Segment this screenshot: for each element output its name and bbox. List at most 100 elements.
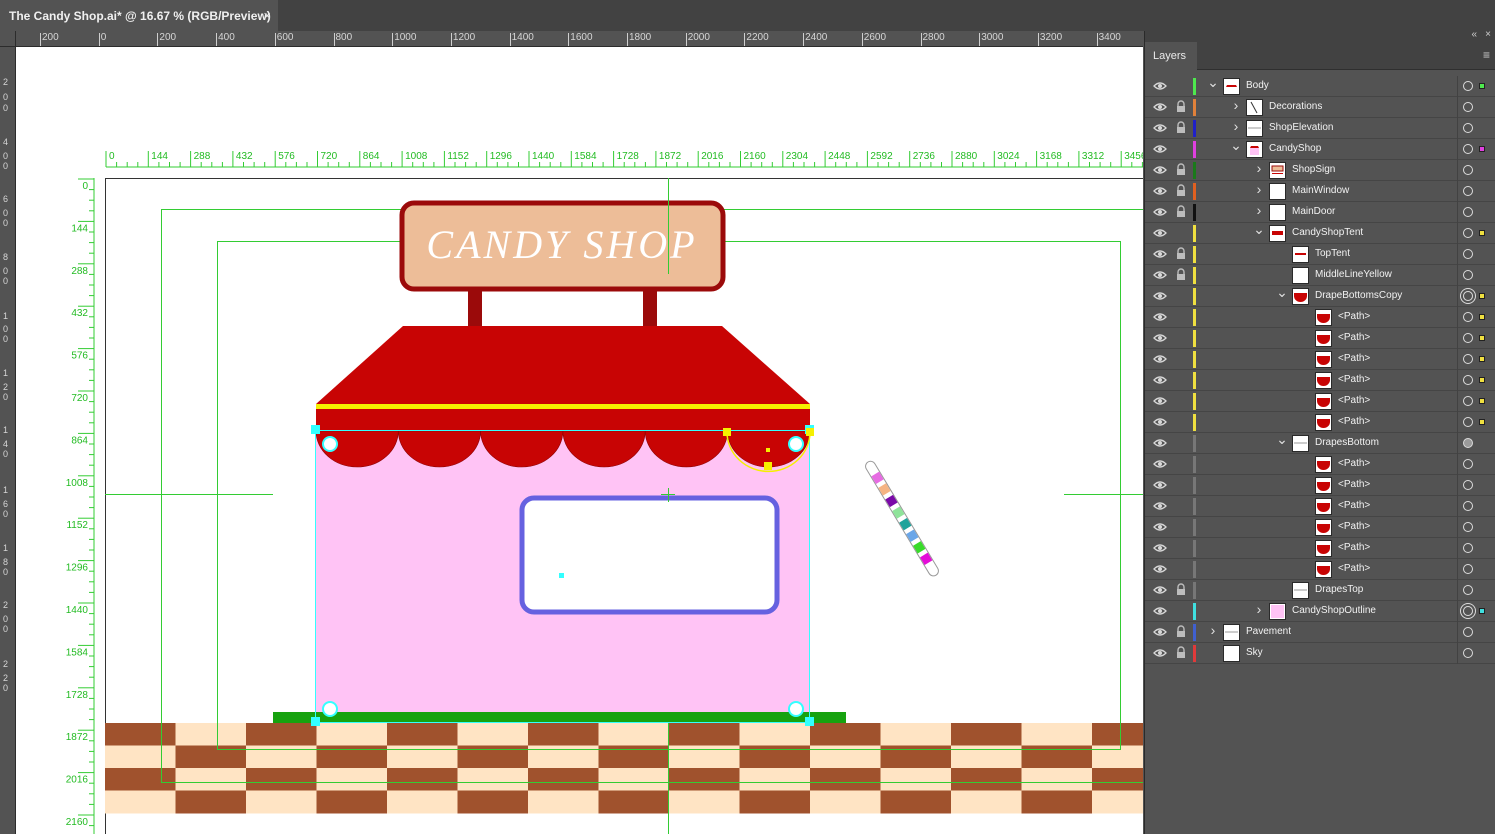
lock-icon[interactable]: [1175, 520, 1187, 533]
layer-name[interactable]: <Path>: [1338, 374, 1370, 385]
tab-layers[interactable]: Layers: [1145, 42, 1197, 70]
layer-name[interactable]: <Path>: [1338, 416, 1370, 427]
lock-icon[interactable]: [1175, 415, 1187, 428]
visibility-eye-icon[interactable]: [1153, 247, 1167, 261]
selection-indicator[interactable]: [1479, 335, 1485, 341]
layer-name[interactable]: CandyShopOutline: [1292, 605, 1376, 616]
chevron-down-icon[interactable]: ⌄: [1253, 222, 1265, 236]
target-circle-icon[interactable]: [1463, 207, 1473, 217]
layer-row[interactable]: <Path>: [1145, 496, 1495, 517]
target-circle-icon[interactable]: [1463, 501, 1473, 511]
lock-icon[interactable]: [1175, 268, 1187, 281]
chevron-right-icon[interactable]: ›: [1253, 182, 1265, 196]
chevron-down-icon[interactable]: ⌄: [1276, 432, 1288, 446]
sign-post-right[interactable]: [643, 287, 657, 327]
layer-name[interactable]: <Path>: [1338, 458, 1370, 469]
close-icon[interactable]: ×: [1485, 29, 1491, 40]
layer-row[interactable]: ⌄ DrapeBottomsCopy: [1145, 285, 1495, 307]
lock-icon[interactable]: [1175, 436, 1187, 449]
visibility-eye-icon[interactable]: [1153, 163, 1167, 177]
target-circle-icon[interactable]: [1463, 144, 1473, 154]
vertical-ruler[interactable]: 200400600800100120140160180200220: [0, 47, 16, 834]
target-circle-icon[interactable]: [1463, 228, 1473, 238]
layer-name[interactable]: Pavement: [1246, 626, 1291, 637]
visibility-eye-icon[interactable]: [1153, 268, 1167, 282]
visibility-eye-icon[interactable]: [1153, 226, 1167, 240]
visibility-eye-icon[interactable]: [1153, 289, 1167, 303]
artboard-canvas[interactable]: 0 144 288 432 576 720 864 1008 1152 1296 1440 1584 1…: [16, 47, 1143, 834]
shop-ground-strip[interactable]: [273, 712, 846, 723]
artwork[interactable]: 0 144 288 432 576 720 864 1008 1152 1296 1440 1584 1…: [16, 47, 1143, 834]
visibility-eye-icon[interactable]: [1153, 142, 1167, 156]
lock-icon[interactable]: [1175, 646, 1187, 659]
target-circle-icon[interactable]: [1463, 606, 1473, 616]
layer-row[interactable]: ⌄ Body: [1145, 75, 1495, 97]
visibility-eye-icon[interactable]: [1153, 583, 1167, 597]
layer-row[interactable]: <Path>: [1145, 475, 1495, 496]
layer-row[interactable]: <Path>: [1145, 349, 1495, 370]
chevron-down-icon[interactable]: ⌄: [1230, 138, 1242, 152]
visibility-eye-icon[interactable]: [1153, 457, 1167, 471]
target-circle-icon[interactable]: [1463, 417, 1473, 427]
visibility-eye-icon[interactable]: [1153, 394, 1167, 408]
visibility-eye-icon[interactable]: [1153, 625, 1167, 639]
target-circle-icon[interactable]: [1463, 354, 1473, 364]
pavement-tiles[interactable]: [105, 723, 1143, 814]
layer-name[interactable]: <Path>: [1338, 521, 1370, 532]
visibility-eye-icon[interactable]: [1153, 352, 1167, 366]
lock-icon[interactable]: [1175, 226, 1187, 239]
target-circle-icon[interactable]: [1463, 585, 1473, 595]
anchor-point[interactable]: [723, 428, 731, 436]
horizontal-ruler[interactable]: 200 0 200 400 600 800 1000 1200 1400 1600 1800 2000…: [16, 31, 1143, 47]
lock-icon[interactable]: [1175, 79, 1187, 92]
target-circle-icon[interactable]: [1463, 270, 1473, 280]
layer-name[interactable]: TopTent: [1315, 248, 1350, 259]
chevron-right-icon[interactable]: ›: [1207, 623, 1219, 637]
layer-name[interactable]: DrapesBottom: [1315, 437, 1379, 448]
visibility-eye-icon[interactable]: [1153, 520, 1167, 534]
target-circle-icon[interactable]: [1463, 438, 1473, 448]
lock-icon[interactable]: [1175, 205, 1187, 218]
layer-row[interactable]: <Path>: [1145, 328, 1495, 349]
anchor-point[interactable]: [806, 428, 814, 436]
target-circle-icon[interactable]: [1463, 291, 1473, 301]
layer-name[interactable]: ShopSign: [1292, 164, 1335, 175]
selection-indicator[interactable]: [1479, 377, 1485, 383]
layer-row[interactable]: › ShopSign: [1145, 160, 1495, 181]
selection-indicator[interactable]: [1479, 83, 1485, 89]
collapse-icon[interactable]: «: [1471, 29, 1477, 40]
visibility-eye-icon[interactable]: [1153, 604, 1167, 618]
layer-name[interactable]: <Path>: [1338, 332, 1370, 343]
lock-icon[interactable]: [1175, 163, 1187, 176]
layer-row[interactable]: <Path>: [1145, 538, 1495, 559]
visibility-eye-icon[interactable]: [1153, 436, 1167, 450]
visibility-eye-icon[interactable]: [1153, 331, 1167, 345]
selection-handle[interactable]: [311, 425, 320, 434]
panel-menu-icon[interactable]: ≡: [1483, 48, 1490, 62]
sign-post-left[interactable]: [468, 287, 482, 327]
selection-indicator[interactable]: [1479, 419, 1485, 425]
tent-band[interactable]: [316, 409, 810, 431]
target-circle-icon[interactable]: [1463, 459, 1473, 469]
target-circle-icon[interactable]: [1463, 333, 1473, 343]
target-circle-icon[interactable]: [1463, 102, 1473, 112]
layer-name[interactable]: DrapeBottomsCopy: [1315, 290, 1402, 301]
target-circle-icon[interactable]: [1463, 522, 1473, 532]
target-circle-icon[interactable]: [1463, 396, 1473, 406]
corner-widget[interactable]: [788, 436, 804, 452]
target-circle-icon[interactable]: [1463, 480, 1473, 490]
lock-icon[interactable]: [1175, 478, 1187, 491]
target-circle-icon[interactable]: [1463, 648, 1473, 658]
lock-icon[interactable]: [1175, 352, 1187, 365]
target-circle-icon[interactable]: [1463, 312, 1473, 322]
visibility-eye-icon[interactable]: [1153, 121, 1167, 135]
lock-icon[interactable]: [1175, 394, 1187, 407]
layer-name[interactable]: Decorations: [1269, 101, 1322, 112]
selection-indicator[interactable]: [1479, 608, 1485, 614]
layer-row[interactable]: › MainWindow: [1145, 181, 1495, 202]
layer-row[interactable]: <Path>: [1145, 307, 1495, 328]
chevron-right-icon[interactable]: ›: [1230, 98, 1242, 112]
close-icon[interactable]: ×: [263, 8, 271, 23]
corner-widget[interactable]: [788, 701, 804, 717]
lock-icon[interactable]: [1175, 289, 1187, 302]
